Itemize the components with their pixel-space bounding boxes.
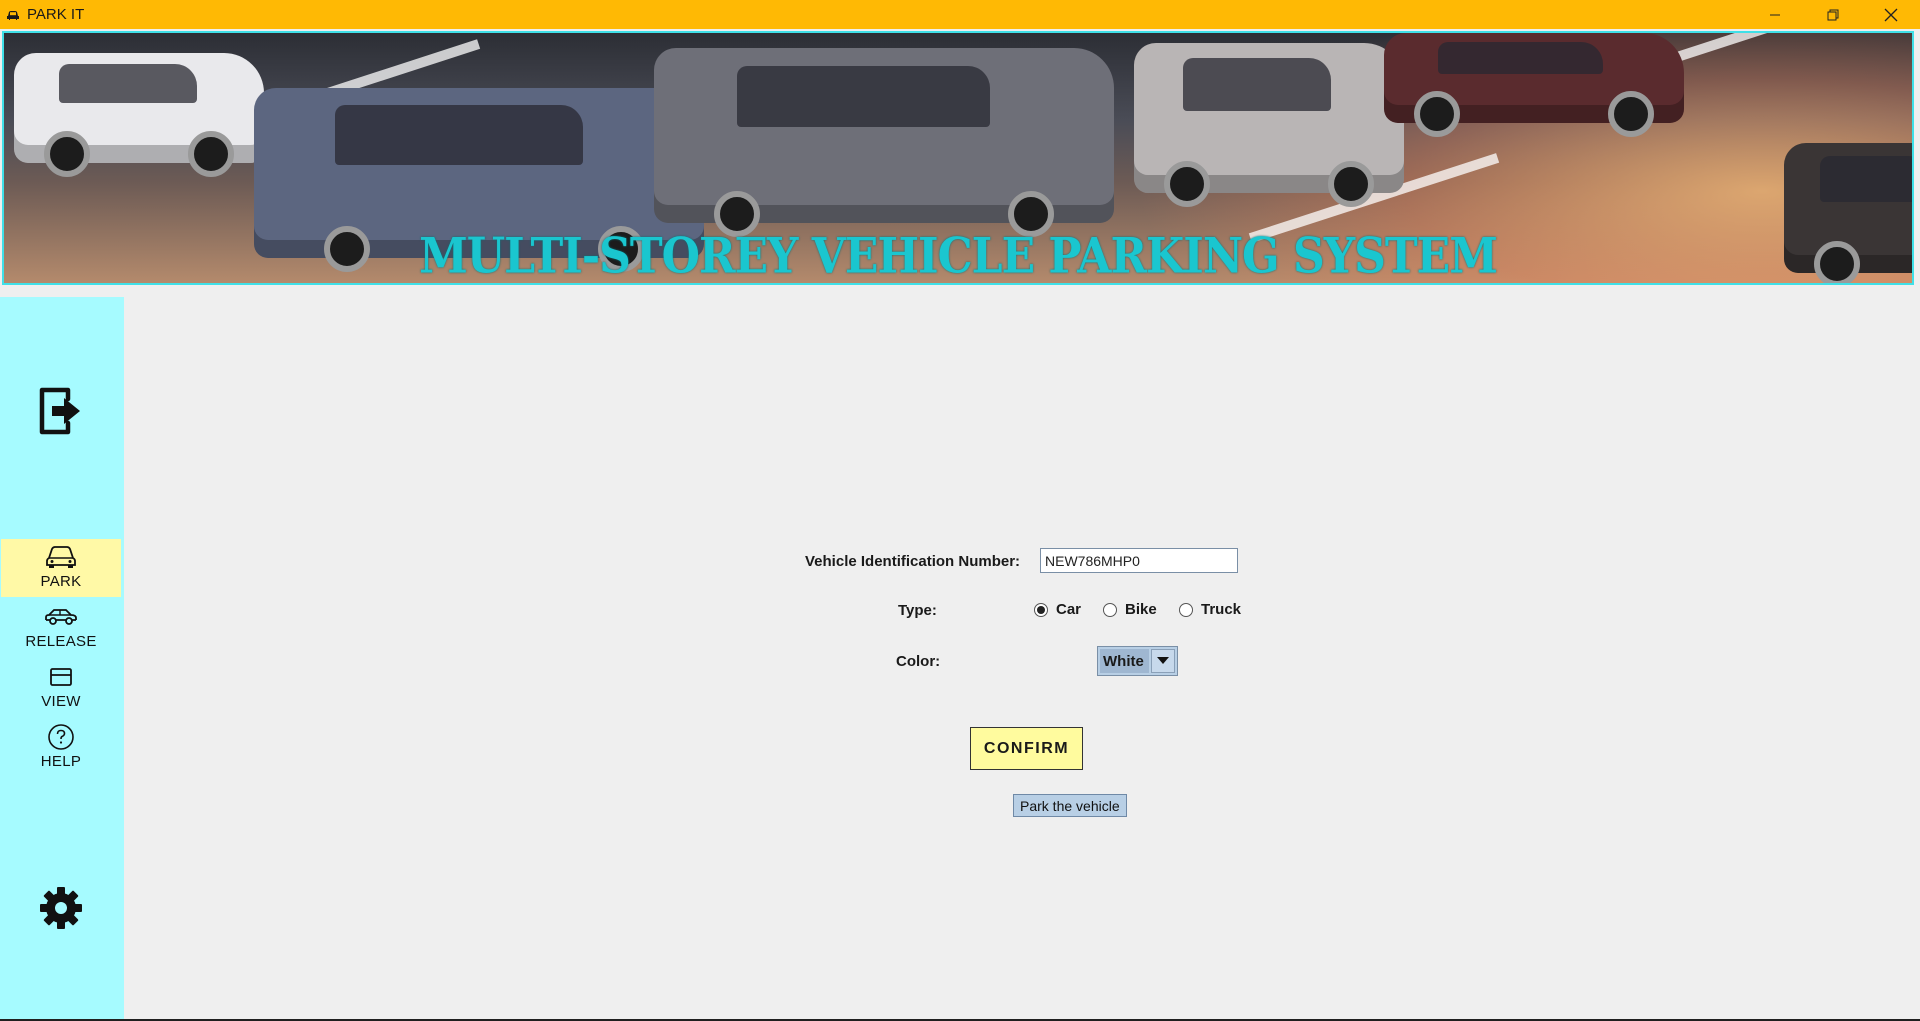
- nav-item-view[interactable]: VIEW: [1, 659, 121, 717]
- header-banner: MULTI-STOREY VEHICLE PARKING SYSTEM: [2, 31, 1914, 285]
- sidebar: PARK RELEASE VIEW HELP: [0, 297, 124, 1021]
- color-dropdown[interactable]: White: [1097, 646, 1178, 676]
- restore-button[interactable]: [1804, 0, 1862, 29]
- car-front-icon: [45, 543, 77, 571]
- radio-dot-car[interactable]: [1034, 602, 1048, 617]
- type-radio-car[interactable]: Car: [1034, 601, 1081, 618]
- restore-icon: [1827, 9, 1839, 20]
- color-selected-value: White: [1100, 649, 1149, 673]
- dropdown-arrow-button[interactable]: [1151, 649, 1175, 673]
- car-side-icon: [44, 603, 78, 631]
- color-label: Color:: [896, 653, 941, 670]
- confirm-button[interactable]: CONFIRM: [970, 727, 1083, 770]
- nav-item-help[interactable]: HELP: [1, 719, 121, 777]
- banner-car-red: [1384, 33, 1684, 137]
- banner-title: MULTI-STOREY VEHICLE PARKING SYSTEM: [419, 228, 1498, 285]
- radio-label-car: Car: [1056, 601, 1082, 618]
- close-button[interactable]: [1862, 0, 1920, 29]
- app-car-icon: [6, 8, 20, 22]
- vin-label: Vehicle Identification Number:: [805, 553, 1021, 570]
- help-icon: [47, 723, 75, 751]
- radio-dot-truck[interactable]: [1179, 602, 1193, 617]
- type-radio-truck[interactable]: Truck: [1179, 601, 1241, 618]
- minimize-button[interactable]: [1746, 0, 1804, 29]
- type-radio-bike[interactable]: Bike: [1103, 601, 1157, 618]
- nav-item-release[interactable]: RELEASE: [1, 599, 121, 657]
- banner-suv-grey: [654, 48, 1114, 237]
- vin-input[interactable]: [1040, 548, 1238, 573]
- minimize-icon: [1770, 14, 1780, 15]
- radio-dot-bike[interactable]: [1103, 602, 1117, 617]
- window-title: PARK IT: [27, 6, 85, 23]
- banner-suv-silver: [1134, 43, 1404, 207]
- type-label: Type:: [898, 602, 937, 619]
- close-icon: [1884, 8, 1898, 21]
- nav-label-help: HELP: [40, 753, 82, 770]
- radio-label-truck: Truck: [1201, 601, 1242, 618]
- radio-label-bike: Bike: [1125, 601, 1157, 618]
- list-view-icon: [49, 663, 73, 691]
- title-bar[interactable]: PARK IT: [0, 0, 1920, 29]
- app-window: PARK IT MULTI-STOREY VEHICLE PARKING SYS…: [0, 0, 1920, 1021]
- logout-icon[interactable]: [38, 385, 84, 437]
- settings-icon[interactable]: [38, 885, 84, 931]
- chevron-down-icon: [1157, 657, 1169, 664]
- nav-label-park: PARK: [40, 573, 82, 590]
- nav-label-release: RELEASE: [25, 633, 97, 650]
- confirm-tooltip: Park the vehicle: [1013, 794, 1127, 817]
- nav-label-view: VIEW: [41, 693, 81, 710]
- nav-item-park[interactable]: PARK: [1, 539, 121, 597]
- banner-car-white: [14, 53, 264, 177]
